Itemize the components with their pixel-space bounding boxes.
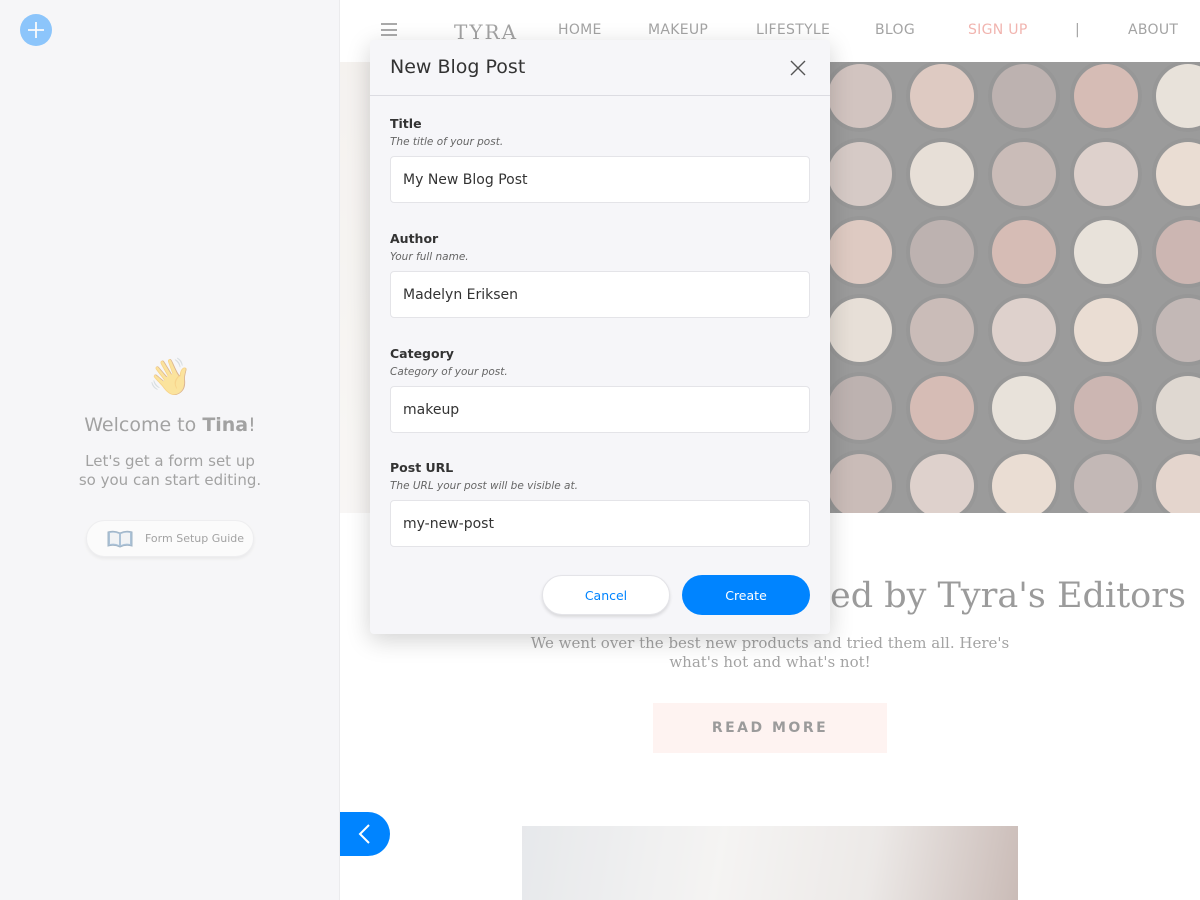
author-field: Author Your full name. <box>390 231 810 318</box>
palette-pan <box>992 220 1056 284</box>
secondary-article-image <box>522 826 1018 900</box>
welcome-panel: 👋 Welcome to Tina! Let's get a form set … <box>0 356 340 490</box>
read-more-button[interactable]: READ MORE <box>653 703 887 753</box>
palette-pan <box>828 142 892 206</box>
nav-lifestyle[interactable]: LIFESTYLE <box>756 22 830 38</box>
field-description: Your full name. <box>390 251 469 263</box>
palette-pan <box>992 64 1056 128</box>
palette-pan <box>992 376 1056 440</box>
nav-home[interactable]: HOME <box>558 22 602 38</box>
palette-pan <box>828 64 892 128</box>
form-setup-guide-button[interactable]: Form Setup Guide <box>86 520 254 557</box>
palette-pan <box>1074 298 1138 362</box>
nav-sign-up[interactable]: SIGN UP <box>968 22 1028 38</box>
field-label: Category <box>390 346 454 361</box>
hamburger-menu-icon[interactable] <box>381 23 397 36</box>
welcome-text: Let's get a form set up so you can start… <box>78 452 262 489</box>
title-field: Title The title of your post. <box>390 116 810 203</box>
title-input[interactable] <box>390 156 810 203</box>
modal-title: New Blog Post <box>390 56 526 78</box>
palette-pan <box>910 298 974 362</box>
palette-pan <box>910 64 974 128</box>
create-button[interactable]: Create <box>682 575 810 615</box>
book-icon <box>107 530 133 548</box>
palette-pan <box>828 376 892 440</box>
nav-divider: | <box>1075 22 1081 38</box>
nav-blog[interactable]: BLOG <box>875 22 915 38</box>
add-button[interactable] <box>20 14 52 46</box>
article-blurb: We went over the best new products and t… <box>530 634 1010 671</box>
chevron-left-icon <box>358 824 370 844</box>
close-icon[interactable] <box>788 58 808 78</box>
palette-pan <box>828 220 892 284</box>
post-url-field: Post URL The URL your post will be visib… <box>390 460 810 547</box>
nav-makeup[interactable]: MAKEUP <box>648 22 708 38</box>
waving-hand-icon: 👋 <box>147 357 193 398</box>
palette-pan <box>910 142 974 206</box>
field-description: The URL your post will be visible at. <box>390 480 578 492</box>
collapse-sidebar-button[interactable] <box>340 812 390 856</box>
field-label: Post URL <box>390 460 454 475</box>
category-field: Category Category of your post. <box>390 346 810 433</box>
palette-pan <box>910 220 974 284</box>
palette-pan <box>910 376 974 440</box>
new-blog-post-modal: New Blog Post Title The title of your po… <box>370 40 830 634</box>
palette-pan <box>1074 142 1138 206</box>
plus-icon <box>28 22 44 38</box>
author-input[interactable] <box>390 271 810 318</box>
field-label: Title <box>390 116 422 131</box>
palette-pan <box>1074 64 1138 128</box>
palette-pan <box>992 142 1056 206</box>
field-description: The title of your post. <box>390 136 504 148</box>
nav-about[interactable]: ABOUT <box>1128 22 1178 38</box>
palette-pan <box>992 298 1056 362</box>
tina-sidebar: 👋 Welcome to Tina! Let's get a form set … <box>0 0 340 900</box>
welcome-title: Welcome to Tina! <box>84 414 256 436</box>
palette-pan <box>1074 376 1138 440</box>
field-description: Category of your post. <box>390 366 508 378</box>
palette-pan <box>828 298 892 362</box>
palette-pan <box>1074 220 1138 284</box>
post-url-input[interactable] <box>390 500 810 547</box>
welcome-name: Tina <box>202 414 249 436</box>
article-headline: ed by Tyra's Editors <box>830 576 1186 616</box>
cancel-button[interactable]: Cancel <box>542 575 670 615</box>
category-input[interactable] <box>390 386 810 433</box>
field-label: Author <box>390 231 439 246</box>
modal-header: New Blog Post <box>370 40 830 96</box>
